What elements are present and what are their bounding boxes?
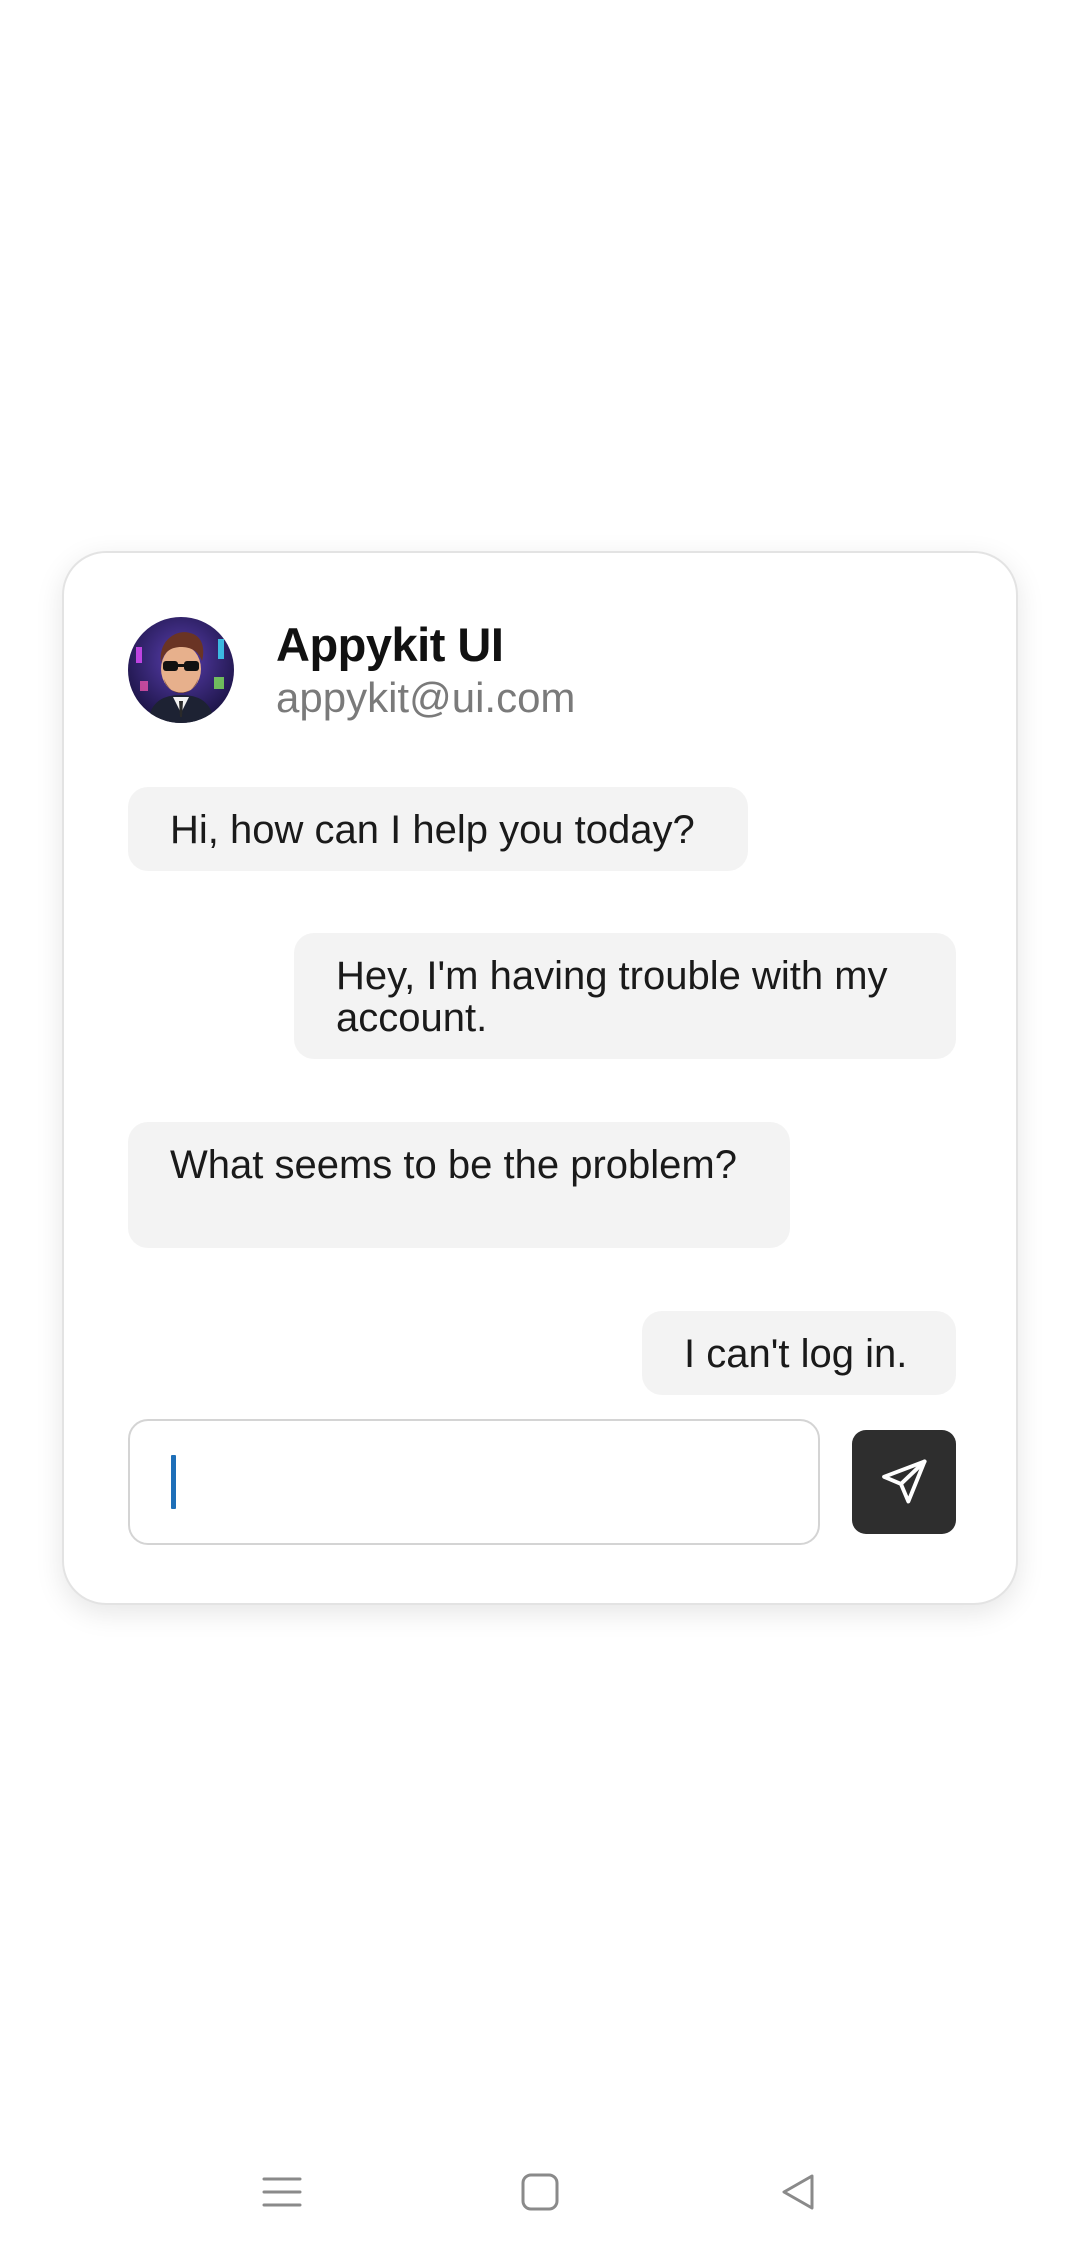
back-icon — [782, 2174, 814, 2210]
message-input[interactable] — [130, 1421, 818, 1543]
back-nav-button[interactable] — [768, 2162, 828, 2222]
contact-info: Appykit UI appykit@ui.com — [276, 617, 575, 723]
system-navigation-bar — [0, 2140, 1080, 2240]
contact-name: Appykit UI — [276, 618, 504, 671]
message-input-field[interactable] — [128, 1419, 820, 1545]
menu-nav-button[interactable] — [252, 2162, 312, 2222]
home-nav-button[interactable] — [510, 2162, 570, 2222]
message-bubble-user: I can't log in. — [642, 1311, 956, 1395]
contact-email: appykit@ui.com — [276, 674, 576, 721]
send-icon — [882, 1459, 927, 1504]
message-bubble-agent: What seems to be the problem? — [128, 1122, 790, 1248]
send-button[interactable] — [852, 1430, 956, 1534]
menu-icon — [262, 2177, 302, 2207]
home-icon — [521, 2173, 559, 2211]
chat-header: Appykit UI appykit@ui.com — [128, 617, 575, 723]
chat-card: Appykit UI appykit@ui.com Hi, how can I … — [62, 551, 1018, 1605]
text-caret — [171, 1455, 176, 1509]
message-bubble-agent: Hi, how can I help you today? — [128, 787, 748, 871]
message-bubble-user: Hey, I'm having trouble with my account. — [294, 933, 956, 1059]
avatar — [128, 617, 234, 723]
